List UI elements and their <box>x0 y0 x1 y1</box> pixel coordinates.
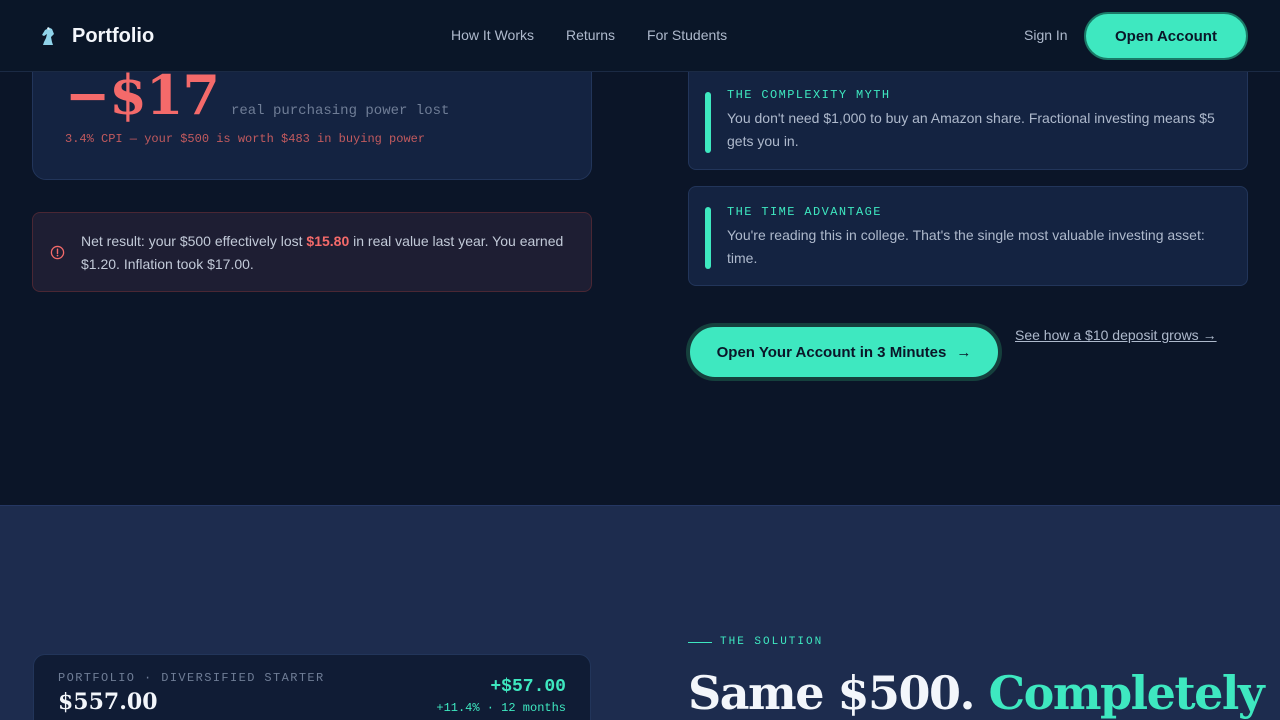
nav-link-for-students[interactable]: For Students <box>647 27 727 43</box>
brand-name: Portfolio <box>72 24 155 47</box>
alert-circle-icon <box>50 245 65 260</box>
net-result-alert: Net result: your $500 effectively lost $… <box>32 212 592 292</box>
alert-text-before: Net result: your $500 effectively lost <box>81 233 307 249</box>
deposit-growth-link[interactable]: See how a $10 deposit grows → <box>1015 327 1217 343</box>
solution-headline: Same $500. Completely <box>688 666 1265 720</box>
headline-accent: Completely <box>988 666 1265 720</box>
myth-title: THE COMPLEXITY MYTH <box>727 88 891 102</box>
alert-text: Net result: your $500 effectively lost $… <box>81 230 573 276</box>
open-your-account-button[interactable]: Open Your Account in 3 Minutes → <box>686 323 1002 381</box>
top-nav: Portfolio How It Works Returns For Stude… <box>0 0 1280 72</box>
solution-section: PORTFOLIO · DIVERSIFIED STARTER $557.00 … <box>0 505 1280 720</box>
loss-amount: −$17 <box>65 63 220 127</box>
sign-in-link[interactable]: Sign In <box>1024 27 1068 43</box>
myth-accent-bar <box>705 92 711 153</box>
portfolio-gain-percent: +11.4% · 12 months <box>436 701 566 715</box>
brand-logo[interactable]: Portfolio <box>38 24 154 48</box>
arrow-right-icon: → <box>956 343 972 361</box>
nav-link-returns[interactable]: Returns <box>566 27 615 43</box>
myth-body: You don't need $1,000 to buy an Amazon s… <box>727 110 1215 149</box>
nav-link-how-it-works[interactable]: How It Works <box>451 27 534 43</box>
loss-row: −$17 real purchasing power lost <box>65 63 449 127</box>
open-account-button[interactable]: Open Account <box>1084 12 1248 60</box>
alert-highlight-amount: $15.80 <box>306 233 350 249</box>
solution-eyebrow: THE SOLUTION <box>688 636 823 648</box>
headline-plain: Same $500. <box>688 666 989 720</box>
portfolio-label: PORTFOLIO · DIVERSIFIED STARTER <box>58 671 325 685</box>
portfolio-gain: +$57.00 <box>490 677 566 697</box>
myth-accent-bar <box>705 207 711 269</box>
myth-card-time-advantage: THE TIME ADVANTAGE You're reading this i… <box>688 186 1248 286</box>
nav-links: How It Works Returns For Students <box>451 27 759 43</box>
portfolio-card: PORTFOLIO · DIVERSIFIED STARTER $557.00 … <box>33 654 591 720</box>
cta-button-label: Open Your Account in 3 Minutes <box>716 343 947 361</box>
solution-tag-text: THE SOLUTION <box>720 636 824 648</box>
chess-knight-icon <box>42 27 54 45</box>
myth-card-complexity: THE COMPLEXITY MYTH You don't need $1,00… <box>688 72 1248 170</box>
myth-body: You're reading this in college. That's t… <box>727 227 1205 266</box>
eyebrow-line <box>688 641 712 643</box>
loss-label: real purchasing power lost <box>230 103 450 119</box>
myth-title: THE TIME ADVANTAGE <box>727 205 882 219</box>
portfolio-value: $557.00 <box>58 689 158 715</box>
loss-subtext: 3.4% CPI — your $500 is worth $483 in bu… <box>65 132 426 146</box>
